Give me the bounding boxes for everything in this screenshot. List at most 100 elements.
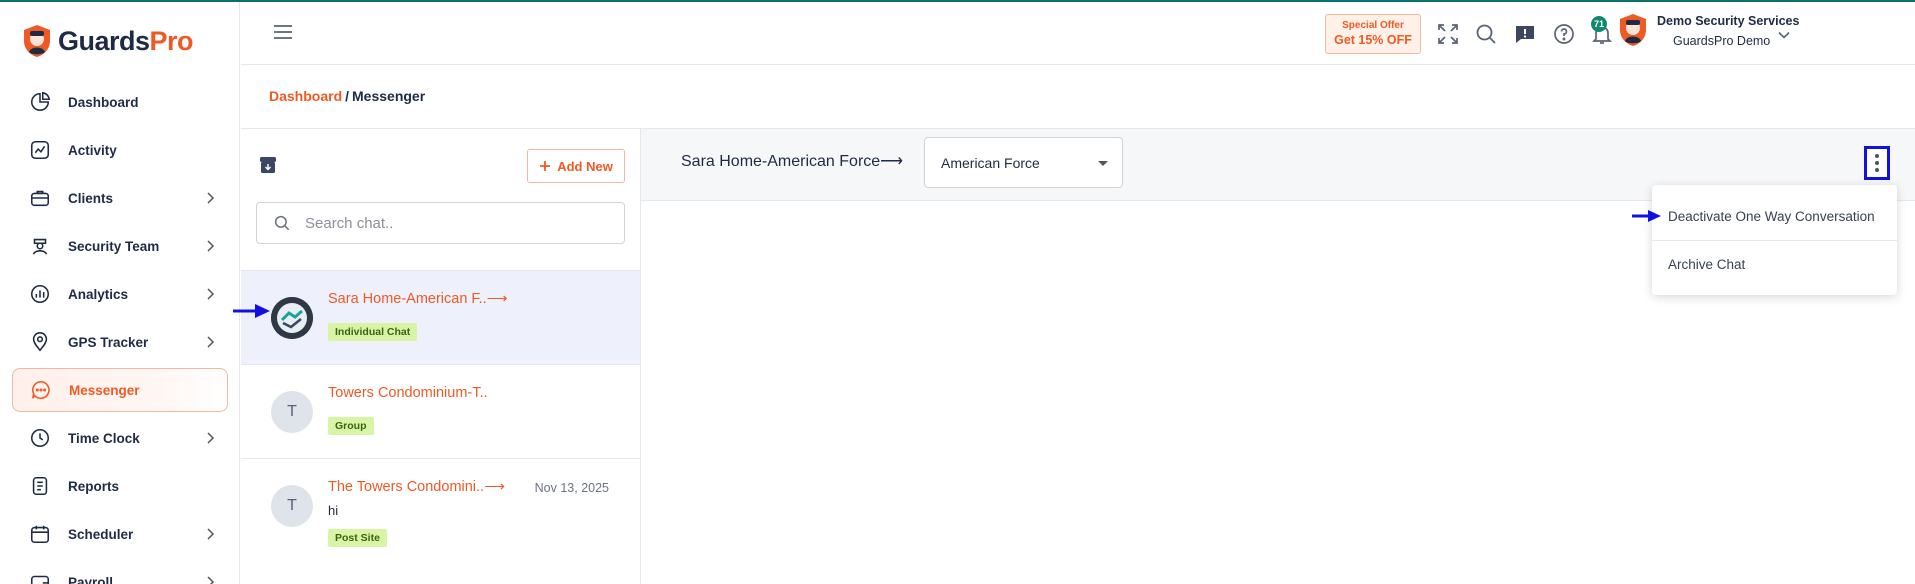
help-icon[interactable] xyxy=(1552,22,1576,46)
sidebar-item-reports[interactable]: Reports xyxy=(12,464,228,508)
sidebar: GuardsPro Dashboard Activity Clients Sec… xyxy=(0,2,240,584)
pie-chart-icon xyxy=(28,90,52,114)
clock-icon xyxy=(28,426,52,450)
top-header: Special Offer Get 15% OFF 71 Demo Securi… xyxy=(241,2,1915,65)
activity-chart-icon xyxy=(28,138,52,162)
sidebar-item-label: Payroll xyxy=(68,574,114,584)
participant-select-value: American Force xyxy=(941,155,1040,171)
breadcrumb: Dashboard / Messenger xyxy=(269,88,425,104)
participant-select[interactable]: American Force xyxy=(924,137,1123,188)
chevron-right-icon xyxy=(207,336,215,348)
chat-name: Sara Home-American F..⟶ xyxy=(328,291,508,307)
brand-logo[interactable]: GuardsPro xyxy=(22,24,194,58)
sidebar-item-dashboard[interactable]: Dashboard xyxy=(12,80,228,124)
chevron-right-icon xyxy=(207,432,215,444)
search-chat-input[interactable] xyxy=(305,214,605,232)
chat-avatar-initial: T xyxy=(271,391,313,433)
chat-search-box[interactable] xyxy=(256,202,625,244)
offer-line1: Special Offer xyxy=(1342,20,1404,31)
document-icon xyxy=(28,474,52,498)
sidebar-item-label: GPS Tracker xyxy=(68,334,149,350)
sidebar-item-analytics[interactable]: Analytics xyxy=(12,272,228,316)
chat-type-tag: Post Site xyxy=(328,529,387,547)
chevron-down-icon[interactable] xyxy=(1777,28,1791,42)
breadcrumb-dashboard-link[interactable]: Dashboard xyxy=(269,88,342,104)
breadcrumb-current: Messenger xyxy=(352,88,426,104)
chat-list-item[interactable]: Sara Home-American F..⟶ Individual Chat xyxy=(241,270,640,364)
chat-type-tag: Group xyxy=(328,417,374,435)
sidebar-item-activity[interactable]: Activity xyxy=(12,128,228,172)
sidebar-item-label: Messenger xyxy=(69,382,140,398)
chat-date: Nov 13, 2025 xyxy=(534,481,609,495)
user-organization: GuardsPro Demo xyxy=(1673,34,1771,48)
archive-box-icon[interactable] xyxy=(258,155,278,175)
briefcase-icon xyxy=(28,186,52,210)
sidebar-item-clients[interactable]: Clients xyxy=(12,176,228,220)
location-pin-icon xyxy=(28,330,52,354)
chat-bubble-icon xyxy=(29,378,53,402)
offer-line2: Get 15% OFF xyxy=(1334,33,1412,47)
analytics-icon xyxy=(28,282,52,306)
special-offer-button[interactable]: Special Offer Get 15% OFF xyxy=(1325,14,1421,54)
sidebar-item-scheduler[interactable]: Scheduler xyxy=(12,512,228,556)
wallet-icon xyxy=(28,570,52,584)
annotation-arrow-icon xyxy=(233,304,270,318)
chat-list-item[interactable]: T Towers Condominium-T.. Group xyxy=(241,364,640,458)
search-icon[interactable] xyxy=(1474,22,1498,46)
breadcrumb-separator: / xyxy=(345,88,350,104)
sidebar-item-label: Time Clock xyxy=(68,430,140,446)
menu-item-deactivate-one-way[interactable]: Deactivate One Way Conversation xyxy=(1668,209,1875,224)
notification-count-badge: 71 xyxy=(1591,16,1608,32)
hamburger-menu-icon[interactable] xyxy=(273,24,293,40)
chat-list-item[interactable]: T The Towers Condomini..⟶ Nov 13, 2025 h… xyxy=(241,458,640,552)
kebab-dot-icon xyxy=(1875,168,1879,172)
sidebar-item-label: Security Team xyxy=(68,238,160,254)
menu-item-archive-chat[interactable]: Archive Chat xyxy=(1668,257,1745,272)
chat-avatar-initial: T xyxy=(271,485,313,527)
guard-shield-logo-icon xyxy=(24,25,50,57)
sidebar-item-label: Clients xyxy=(68,190,114,206)
chat-type-tag: Individual Chat xyxy=(328,323,418,341)
sidebar-item-time-clock[interactable]: Time Clock xyxy=(12,416,228,460)
sidebar-item-gps-tracker[interactable]: GPS Tracker xyxy=(12,320,228,364)
feedback-message-icon[interactable] xyxy=(1513,22,1537,46)
user-avatar[interactable] xyxy=(1618,13,1648,47)
chevron-right-icon xyxy=(207,528,215,540)
sidebar-item-label: Reports xyxy=(68,478,120,494)
fullscreen-icon[interactable] xyxy=(1436,22,1460,46)
annotation-arrow-icon xyxy=(1632,210,1661,222)
brand-name: GuardsPro xyxy=(58,25,194,56)
sidebar-item-payroll[interactable]: Payroll xyxy=(12,560,228,584)
kebab-dot-icon xyxy=(1875,154,1879,158)
chevron-right-icon xyxy=(207,192,215,204)
conversation-title: Sara Home-American Force⟶ xyxy=(681,153,904,170)
menu-divider xyxy=(1652,240,1897,241)
calendar-icon xyxy=(28,522,52,546)
chat-avatar-image xyxy=(271,297,313,339)
plus-icon xyxy=(540,161,551,171)
add-new-chat-button[interactable]: Add New xyxy=(527,149,625,183)
sidebar-item-label: Activity xyxy=(68,142,117,158)
chevron-right-icon xyxy=(207,576,215,584)
more-options-button[interactable] xyxy=(1864,146,1890,180)
sidebar-item-messenger[interactable]: Messenger xyxy=(12,368,228,412)
conversation-options-menu: Deactivate One Way Conversation Archive … xyxy=(1652,185,1897,295)
chat-name: The Towers Condomini..⟶ xyxy=(328,479,505,495)
search-icon xyxy=(274,215,290,231)
chevron-right-icon xyxy=(207,240,215,252)
sidebar-nav: Dashboard Activity Clients Security Team… xyxy=(12,80,228,584)
chat-list-panel: Add New Sara Home-American F..⟶ Individu… xyxy=(241,128,641,584)
sidebar-item-label: Dashboard xyxy=(68,94,139,110)
sidebar-item-label: Scheduler xyxy=(68,526,134,542)
caret-down-icon xyxy=(1098,161,1108,166)
sidebar-item-label: Analytics xyxy=(68,286,129,302)
chat-last-message: hi xyxy=(328,503,339,518)
chevron-right-icon xyxy=(207,288,215,300)
sidebar-item-security-team[interactable]: Security Team xyxy=(12,224,228,268)
handshake-image-icon xyxy=(271,297,313,339)
kebab-dot-icon xyxy=(1875,161,1879,165)
guard-icon xyxy=(28,234,52,258)
chat-name: Towers Condominium-T.. xyxy=(328,385,488,401)
user-name[interactable]: Demo Security Services xyxy=(1657,14,1799,28)
add-new-label: Add New xyxy=(557,158,613,174)
